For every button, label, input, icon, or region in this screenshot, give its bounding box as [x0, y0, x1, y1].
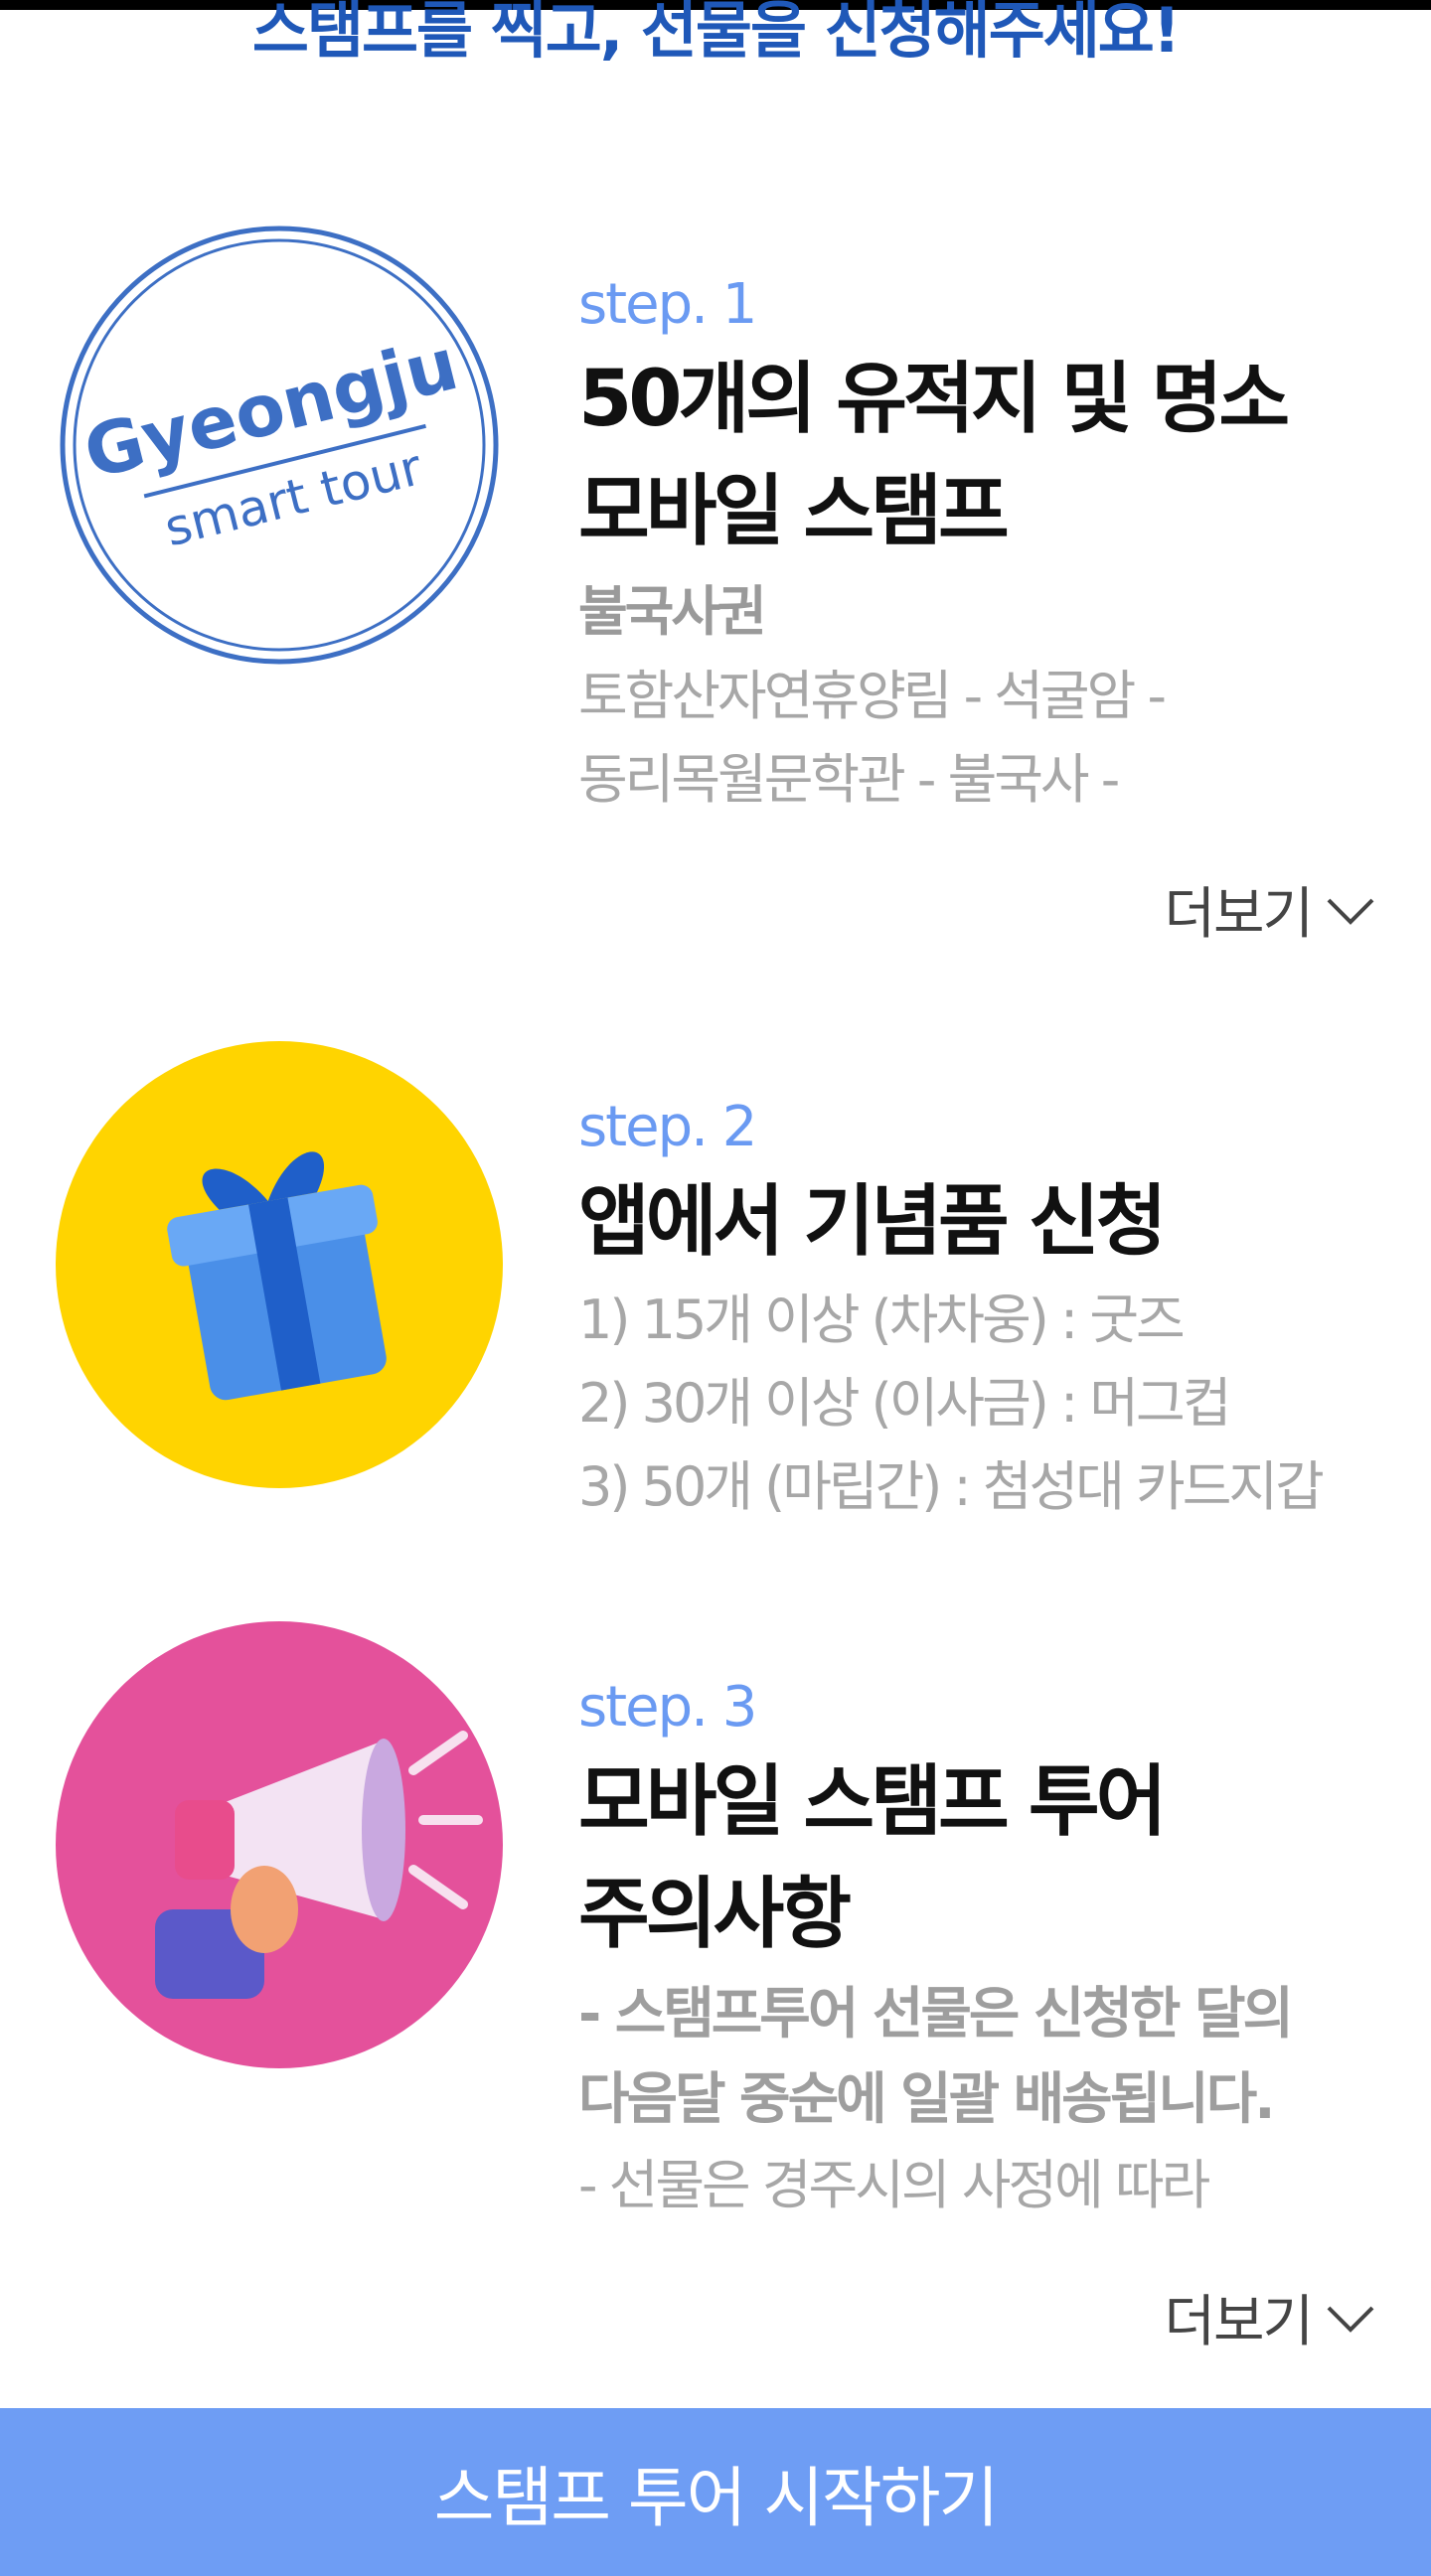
more-label: 더보기 [1164, 882, 1314, 947]
page-title: 스탬프를 찍고, 선물을 신청해주세요! [251, 0, 1181, 67]
gift-thumbnail [56, 1041, 503, 1488]
step-3-title-line-1: 모바일 스탬프 투어 [578, 1757, 1167, 1848]
step-1-region: 불국사권 [578, 579, 767, 643]
step-1-desc-line-2: 동리목월문학관 - 불국사 - [578, 747, 1120, 811]
step-1-more-button[interactable]: 더보기 [1164, 869, 1375, 950]
step-1-description: 토함산자연휴양림 - 석굴암 - 동리목월문학관 - 불국사 - [578, 655, 1393, 814]
step-1-desc-line-1: 토함산자연휴양림 - 석굴암 - [578, 664, 1167, 727]
step-3-notice-line-2: 다음달 중순에 일괄 배송됩니다. [578, 2067, 1276, 2133]
step-3-description: - 스탬프투어 선물은 신청한 달의 다음달 중순에 일괄 배송됩니다. - 선… [578, 1972, 1393, 2225]
stamp-logo-graphic: Gyeongju smart tour [60, 226, 499, 665]
step-3-title-line-2: 주의사항 [578, 1870, 852, 1960]
step-3-content: step. 3 모바일 스탬프 투어 주의사항 - 스탬프투어 선물은 신청한 … [578, 1669, 1393, 2225]
megaphone-thumbnail [56, 1621, 503, 2068]
step-3-desc-line-1: - 선물은 경주시의 사정에 따라 [578, 2154, 1210, 2217]
step-3-more-button[interactable]: 더보기 [1164, 2277, 1375, 2357]
step-2-item-2: 2) 30개 이상 (이사금) : 머그컵 [578, 1372, 1231, 1436]
chevron-down-icon [1327, 898, 1374, 925]
step-2-item-1: 1) 15개 이상 (차차웅) : 굿즈 [578, 1288, 1186, 1352]
step-2-title: 앱에서 기념품 신청 [578, 1177, 1167, 1268]
gift-icon [167, 1151, 387, 1401]
step-1-title-line-1: 50개의 유적지 및 명소 [578, 355, 1290, 445]
step-1-content: step. 1 50개의 유적지 및 명소 모바일 스탬프 불국사권 토함산자연… [578, 266, 1393, 814]
stamp-logo: Gyeongju smart tour [56, 219, 503, 666]
step-2-item-3: 3) 50개 (마립간) : 첨성대 카드지갑 [578, 1454, 1325, 1518]
step-3-notice-line-1: - 스탬프투어 선물은 신청한 달의 [578, 1981, 1294, 2046]
chevron-down-icon [1327, 2306, 1374, 2333]
more-label: 더보기 [1164, 2290, 1314, 2354]
start-stamp-tour-button[interactable]: 스탬프 투어 시작하기 [0, 2408, 1431, 2576]
step-3-label: step. 3 [578, 1675, 757, 1740]
step-1-label: step. 1 [578, 272, 757, 337]
step-2-label: step. 2 [578, 1095, 757, 1159]
step-2-content: step. 2 앱에서 기념품 신청 1) 15개 이상 (차차웅) : 굿즈 … [578, 1089, 1393, 1529]
megaphone-icon [155, 1731, 483, 1999]
step-1-title-line-2: 모바일 스탬프 [578, 467, 1010, 557]
